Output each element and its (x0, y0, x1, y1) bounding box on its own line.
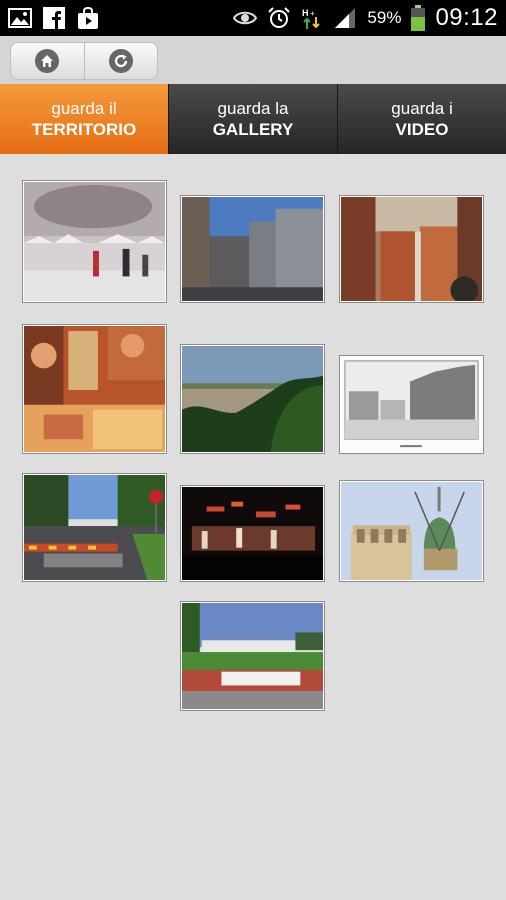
signal-icon (335, 8, 356, 28)
eye-icon (233, 11, 258, 25)
refresh-button[interactable] (83, 43, 158, 79)
gallery-thumbnail[interactable] (339, 195, 484, 303)
tab-label-line1: guarda il (51, 99, 117, 118)
gallery-thumbnail[interactable] (180, 485, 325, 582)
alarm-icon (268, 7, 291, 28)
status-bar: H + 59% 09:12 (0, 0, 506, 36)
refresh-icon (108, 49, 133, 73)
home-icon (35, 49, 60, 73)
gallery-thumbnail[interactable] (22, 180, 167, 303)
status-time: 09:12 (435, 4, 498, 31)
tab-label-line1: guarda i (391, 99, 453, 118)
tab-bar: guarda il TERRITORIO guarda la GALLERY g… (0, 84, 506, 154)
gallery-thumbnail[interactable] (180, 601, 325, 711)
gallery-thumbnail[interactable] (339, 355, 484, 454)
svg-text:+: + (310, 9, 315, 18)
svg-text:H: H (302, 8, 309, 18)
tab-territorio[interactable]: guarda il TERRITORIO (0, 84, 169, 154)
photo-gallery (0, 154, 506, 900)
tab-label-line2: TERRITORIO (31, 120, 137, 139)
home-button[interactable] (11, 43, 84, 79)
tab-label-line1: guarda la (217, 99, 289, 118)
tab-label-line2: VIDEO (395, 120, 449, 139)
gallery-thumbnail[interactable] (339, 480, 484, 582)
tab-gallery[interactable]: guarda la GALLERY (169, 84, 338, 154)
nav-button-group (10, 42, 158, 80)
shopping-bag-icon (78, 6, 98, 29)
gallery-icon (8, 8, 32, 28)
facebook-icon (43, 7, 65, 29)
battery-percent: 59% (367, 8, 402, 27)
gallery-thumbnail[interactable] (22, 473, 167, 582)
gallery-thumbnail[interactable] (180, 195, 325, 303)
gallery-thumbnail[interactable] (22, 324, 167, 454)
gallery-thumbnail[interactable] (180, 344, 325, 454)
data-transfer-icon: H + (302, 8, 321, 29)
tab-video[interactable]: guarda i VIDEO (338, 84, 506, 154)
battery-icon (411, 5, 426, 31)
tab-label-line2: GALLERY (212, 120, 294, 139)
nav-bar (0, 36, 506, 84)
